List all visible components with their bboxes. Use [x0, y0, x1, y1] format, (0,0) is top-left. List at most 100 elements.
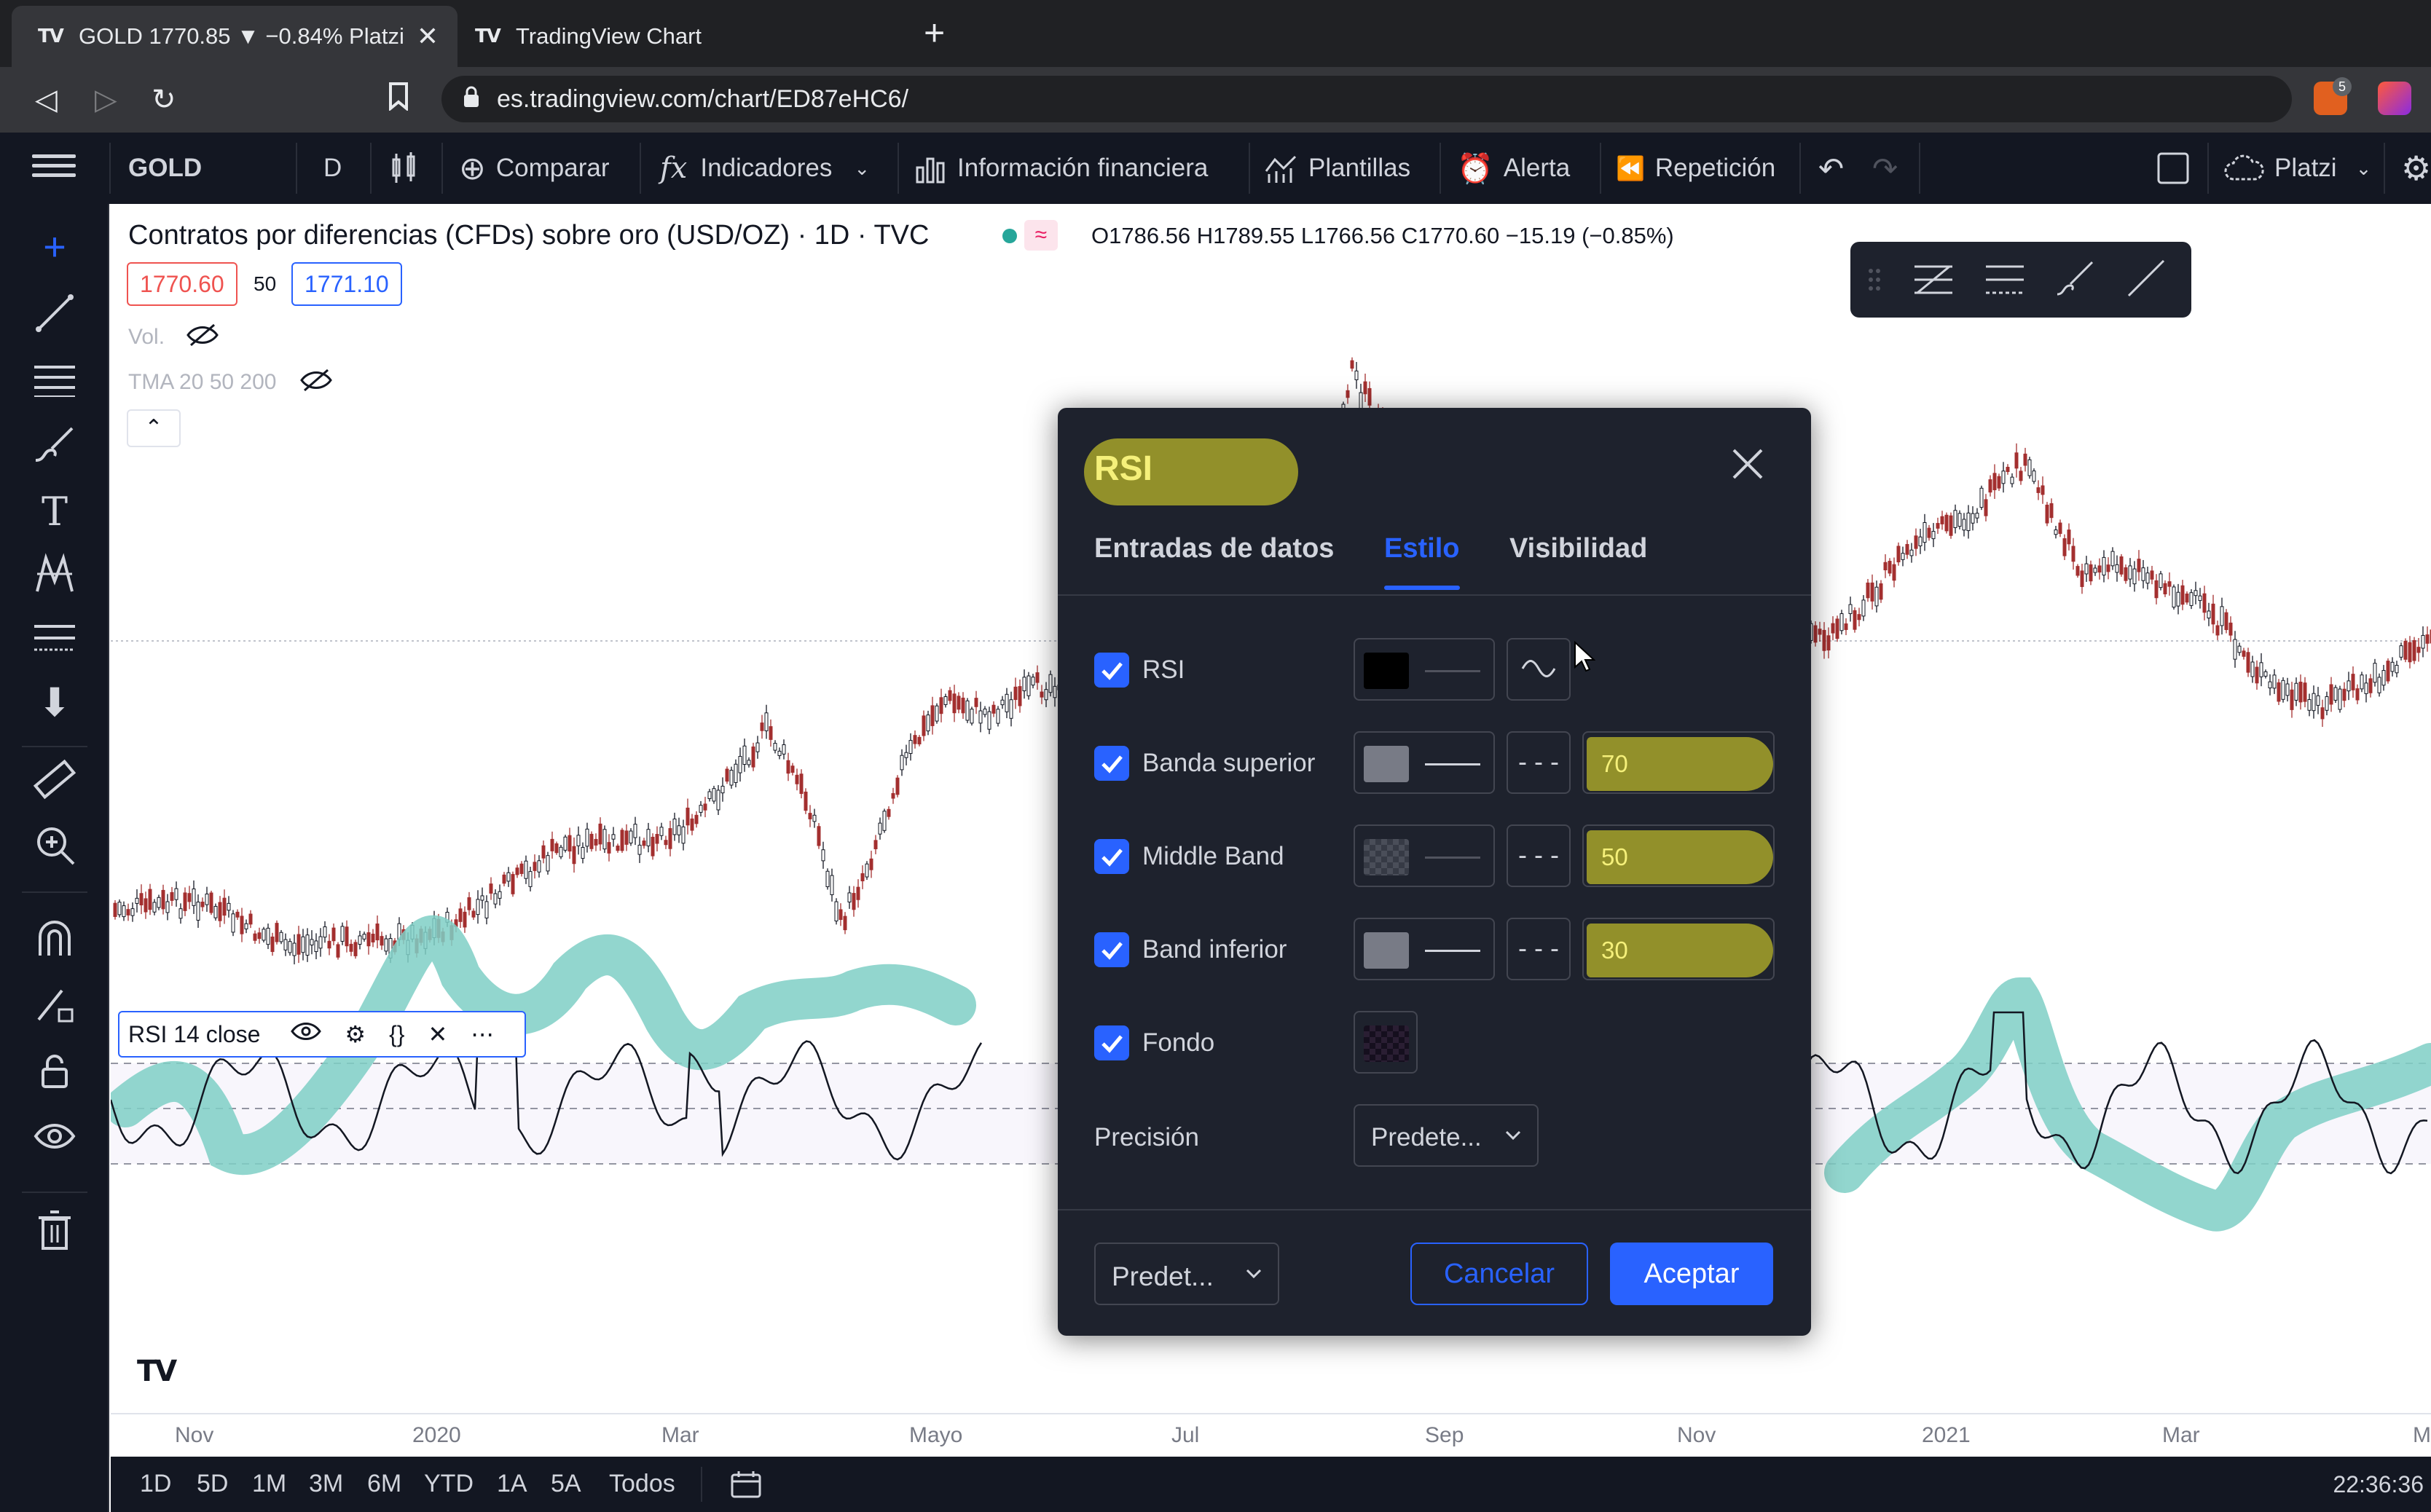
arrow-down-icon[interactable]: ⬇	[29, 677, 80, 728]
brush-tool-icon[interactable]	[2046, 252, 2104, 307]
collapse-legend-button[interactable]: ⌃	[127, 409, 181, 447]
ok-button[interactable]: Aceptar	[1610, 1243, 1773, 1305]
tab-inputs[interactable]: Entradas de datos	[1094, 533, 1334, 564]
time-axis[interactable]: Nov 2020 Mar Mayo Jul Sep Nov 2021 Mar M	[111, 1413, 2431, 1457]
range-button[interactable]: Todos	[609, 1470, 675, 1498]
lower-band-color-picker[interactable]	[1354, 918, 1495, 980]
fullscreen-icon[interactable]	[2156, 133, 2190, 204]
pattern-icon[interactable]	[29, 552, 80, 603]
line-style-dashed-icon[interactable]: - - -	[1507, 731, 1571, 794]
data-delay-icon[interactable]: ≈	[1024, 220, 1058, 251]
hidden-eye-icon[interactable]	[300, 367, 332, 397]
undo-icon[interactable]: ↶	[1818, 133, 1844, 204]
fib-tool-icon[interactable]	[1901, 252, 1960, 307]
remove-icon[interactable]: ✕	[428, 1020, 447, 1048]
plot-style-icon[interactable]	[1507, 638, 1571, 701]
fib-retracement-icon[interactable]	[29, 357, 80, 408]
pitchfork-icon[interactable]	[1973, 252, 2031, 307]
middle-band-color-picker[interactable]	[1354, 824, 1495, 887]
trash-icon[interactable]	[29, 1208, 80, 1259]
text-tool-icon[interactable]: T	[29, 487, 80, 538]
function-icon: fx	[660, 151, 688, 185]
middle-band-value-input[interactable]: 50	[1582, 824, 1775, 887]
ruler-icon[interactable]	[29, 757, 80, 808]
url-field[interactable]: es.tradingview.com/chart/ED87eHC6/	[441, 76, 2292, 122]
redo-icon[interactable]: ↷	[1872, 133, 1898, 204]
time-label: Mayo	[909, 1423, 963, 1447]
settings-gear-icon[interactable]: ⚙	[2401, 133, 2431, 204]
background-checkbox[interactable]	[1094, 1025, 1129, 1060]
range-button[interactable]: YTD	[424, 1470, 474, 1498]
rsi-color-picker[interactable]	[1354, 638, 1495, 701]
hidden-eye-icon[interactable]	[186, 322, 219, 352]
tab-visibility[interactable]: Visibilidad	[1509, 533, 1647, 564]
cloud-icon	[2224, 154, 2264, 181]
compare-button[interactable]: ⊕ Comparar	[459, 133, 609, 204]
style-row-rsi: RSI	[1094, 638, 1786, 704]
background-color-picker[interactable]	[1354, 1011, 1418, 1074]
settings-gear-icon[interactable]: ⚙	[345, 1020, 366, 1048]
lower-band-value-input[interactable]: 30	[1582, 918, 1775, 980]
close-tab-icon[interactable]: ✕	[417, 21, 439, 52]
financials-button[interactable]: Información financiera	[915, 133, 1208, 204]
tab-style[interactable]: Estilo	[1384, 533, 1459, 564]
crosshair-icon[interactable]: +	[29, 221, 80, 272]
bookmark-icon[interactable]	[388, 82, 409, 120]
brave-rewards-icon[interactable]	[2378, 82, 2411, 115]
buy-price-button[interactable]: 1771.10	[291, 262, 402, 306]
interval-button[interactable]: D	[323, 133, 342, 204]
chevron-down-icon: ⌄	[2355, 157, 2372, 179]
range-button[interactable]: 3M	[309, 1470, 343, 1498]
upper-band-color-picker[interactable]	[1354, 731, 1495, 794]
replay-button[interactable]: ⏪ Repetición	[1616, 133, 1775, 204]
alert-button[interactable]: ⏰ Alerta	[1457, 133, 1570, 204]
brave-shield-icon[interactable]: 5	[2314, 77, 2352, 115]
lower-band-checkbox[interactable]	[1094, 932, 1129, 967]
range-button[interactable]: 6M	[367, 1470, 401, 1498]
brush-icon[interactable]	[29, 422, 80, 473]
precision-value: Predete...	[1371, 1123, 1482, 1151]
reload-icon[interactable]: ↻	[152, 82, 176, 118]
line-style-dashed-icon[interactable]: - - -	[1507, 824, 1571, 887]
goto-date-icon[interactable]	[730, 1470, 762, 1505]
lock-drawing-pencil-icon[interactable]	[29, 982, 80, 1033]
middle-band-checkbox[interactable]	[1094, 839, 1129, 874]
trend-line-icon[interactable]	[29, 291, 80, 342]
new-tab-icon[interactable]: +	[924, 15, 945, 51]
back-icon[interactable]: ◁	[35, 82, 58, 118]
defaults-dropdown[interactable]: Predet...	[1094, 1243, 1279, 1305]
range-button[interactable]: 5A	[551, 1470, 581, 1498]
zoom-in-icon[interactable]	[29, 823, 80, 874]
indicators-button[interactable]: fx Indicadores ⌄	[660, 133, 870, 204]
rsi-checkbox[interactable]	[1094, 653, 1129, 688]
eye-icon[interactable]	[29, 1114, 80, 1165]
upper-band-value-input[interactable]: 70	[1582, 731, 1775, 794]
prediction-icon[interactable]	[29, 616, 80, 667]
eye-icon[interactable]	[291, 1020, 322, 1048]
lock-icon[interactable]	[29, 1049, 80, 1100]
cancel-button[interactable]: Cancelar	[1410, 1243, 1588, 1305]
chart-type-icon[interactable]	[389, 133, 418, 204]
precision-select[interactable]: Predete...	[1354, 1104, 1539, 1167]
range-button[interactable]: 1A	[497, 1470, 527, 1498]
line-tool-icon[interactable]	[2117, 252, 2175, 307]
sell-price-button[interactable]: 1770.60	[127, 262, 237, 306]
symbol-search-button[interactable]: GOLD	[128, 133, 202, 204]
more-options-icon[interactable]: ⋯	[471, 1020, 494, 1048]
magnet-icon[interactable]	[29, 916, 80, 967]
source-code-icon[interactable]: {}	[389, 1021, 404, 1048]
line-style-dashed-icon[interactable]: - - -	[1507, 918, 1571, 980]
row-label: Banda superior	[1142, 749, 1316, 777]
main-menu-icon[interactable]	[32, 149, 76, 189]
range-button[interactable]: 1M	[252, 1470, 286, 1498]
close-icon[interactable]	[1729, 446, 1766, 482]
rsi-legend[interactable]: RSI 14 close ⚙ {} ✕ ⋯	[118, 1011, 526, 1058]
templates-button[interactable]: Plantillas	[1265, 133, 1410, 204]
range-button[interactable]: 1D	[140, 1470, 171, 1498]
browser-tab-tradingview[interactable]: TV TradingView Chart	[459, 6, 903, 67]
upper-band-checkbox[interactable]	[1094, 746, 1129, 781]
forward-icon[interactable]: ▷	[95, 82, 117, 118]
layout-button[interactable]: Platzi ⌄	[2223, 133, 2371, 204]
range-button[interactable]: 5D	[197, 1470, 228, 1498]
browser-tab-gold[interactable]: TV GOLD 1770.85 ▼ −0.84% Platzi ✕	[12, 6, 457, 67]
